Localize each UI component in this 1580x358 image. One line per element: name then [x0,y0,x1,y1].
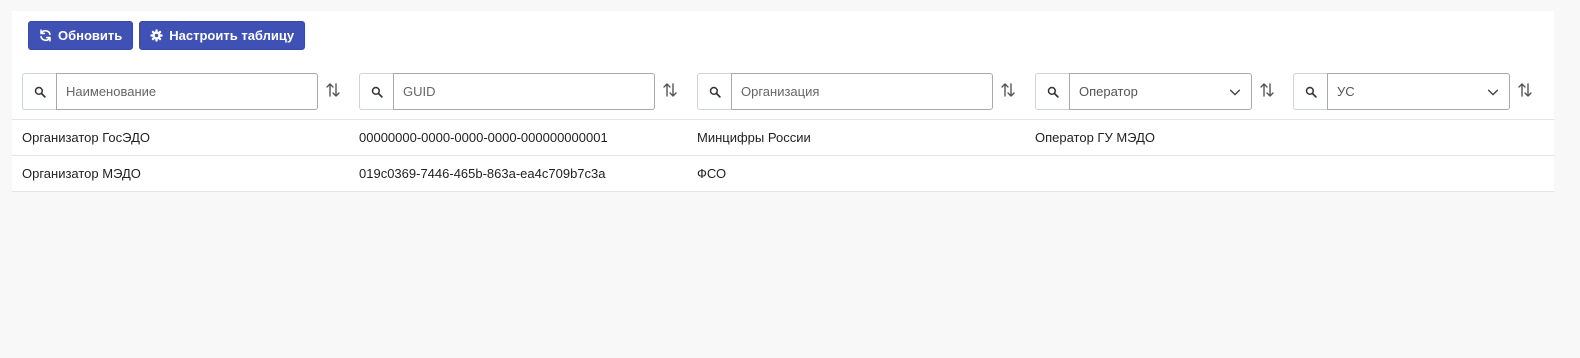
sort-icon[interactable] [662,82,678,98]
operator-filter-value: Оператор [1079,84,1138,99]
configure-table-button-label: Настроить таблицу [169,28,295,43]
chevron-down-icon [1229,89,1241,95]
operator-filter-select[interactable]: Оператор [1069,73,1252,110]
data-table: Организатор ГосЭДО 00000000-0000-0000-00… [12,119,1554,192]
search-icon[interactable] [359,73,394,110]
sort-icon[interactable] [1000,82,1016,98]
sort-icon[interactable] [1517,82,1533,98]
name-filter-input[interactable] [56,73,318,110]
sort-icon[interactable] [1259,82,1275,98]
guid-filter-input[interactable] [393,73,655,110]
search-icon[interactable] [22,73,57,110]
refresh-button[interactable]: Обновить [28,21,134,50]
gear-icon [150,29,163,42]
refresh-icon [40,29,51,42]
cell-name: Организатор ГосЭДО [22,130,150,145]
cell-organization: Минцифры России [697,130,811,145]
search-icon[interactable] [697,73,732,110]
us-filter-value: УС [1337,84,1355,99]
toolbar: Обновить Настроить таблицу [28,21,306,50]
us-filter-select[interactable]: УС [1327,73,1510,110]
cell-guid: 00000000-0000-0000-0000-000000000001 [359,130,608,145]
cell-name: Организатор МЭДО [22,166,141,181]
content-panel: Обновить Настроить таблицу Наименование … [12,11,1554,192]
sort-icon[interactable] [325,82,341,98]
cell-guid: 019c0369-7446-465b-863a-ea4c709b7c3a [359,166,606,181]
cell-organization: ФСО [697,166,727,181]
table-row[interactable]: Организатор МЭДО 019c0369-7446-465b-863a… [12,155,1554,192]
search-icon[interactable] [1293,73,1328,110]
search-icon[interactable] [1035,73,1070,110]
cell-operator: Оператор ГУ МЭДО [1035,130,1156,145]
configure-table-button[interactable]: Настроить таблицу [139,21,306,50]
chevron-down-icon [1487,89,1499,95]
refresh-button-label: Обновить [58,28,123,43]
organization-filter-input[interactable] [731,73,993,110]
table-row[interactable]: Организатор ГосЭДО 00000000-0000-0000-00… [12,119,1554,155]
